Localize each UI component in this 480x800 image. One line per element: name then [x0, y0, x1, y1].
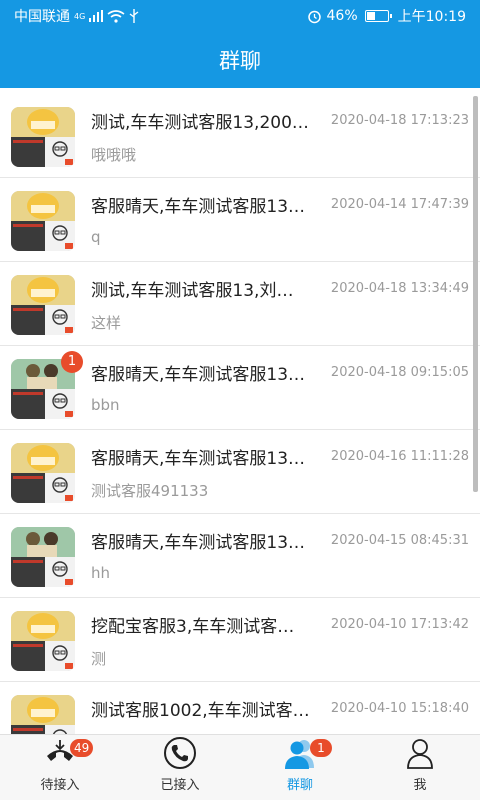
- group-avatar: [11, 527, 75, 587]
- conversation-time: 2020-04-18 13:34:49: [330, 281, 469, 296]
- group-avatar: [11, 275, 75, 335]
- alarm-icon: [307, 10, 321, 23]
- cartoon-collage-avatar: [11, 107, 75, 167]
- status-bar: 中国联通 4G 46% 上午10:19: [0, 0, 480, 32]
- anime-collage-avatar: [11, 527, 75, 587]
- tab-connected[interactable]: 已接入: [120, 735, 240, 800]
- conversation-preview: bbn: [91, 396, 120, 414]
- group-avatar: [11, 191, 75, 251]
- status-bar-left: 中国联通 4G: [14, 6, 307, 26]
- unread-badge: 1: [61, 351, 83, 373]
- wifi-icon: [107, 9, 125, 23]
- conversation-row[interactable]: 测试,车车测试客服13,刘… 2020-04-18 13:34:49 这样: [0, 262, 480, 346]
- conversation-row[interactable]: 挖配宝客服3,车车测试客… 2020-04-10 17:13:42 测: [0, 598, 480, 682]
- conversation-title: 测试客服1002,车车测试客…: [91, 701, 310, 721]
- group-avatar: [11, 695, 75, 734]
- conversation-time: 2020-04-18 17:13:23: [330, 113, 469, 128]
- conversation-row[interactable]: 客服晴天,车车测试客服13… 2020-04-14 17:47:39 q: [0, 178, 480, 262]
- cartoon-collage-avatar: [11, 443, 75, 503]
- conversation-preview: 测试客服491133: [91, 482, 209, 500]
- tab-pending[interactable]: 49 待接入: [0, 735, 120, 800]
- conversation-time: 2020-04-15 08:45:31: [330, 533, 469, 548]
- conversation-row[interactable]: 1 客服晴天,车车测试客服13… 2020-04-18 09:15:05 bbn: [0, 346, 480, 430]
- conversation-time: 2020-04-10 15:18:40: [330, 701, 469, 716]
- conversation-preview: 这样: [91, 314, 122, 332]
- conversation-row[interactable]: 客服晴天,车车测试客服13… 2020-04-16 11:11:28 测试客服491…: [0, 430, 480, 514]
- conversation-title: 客服晴天,车车测试客服13…: [91, 197, 306, 217]
- cartoon-collage-avatar: [11, 275, 75, 335]
- conversation-title: 挖配宝客服3,车车测试客…: [91, 617, 295, 637]
- clock: 上午10:19: [397, 9, 466, 25]
- tab-label: 我: [413, 778, 427, 793]
- group-chat-count-badge: 1: [310, 739, 332, 757]
- pending-count-badge: 49: [70, 739, 94, 757]
- group-avatar: 1: [11, 351, 83, 419]
- conversation-title: 测试,车车测试客服13,200…: [91, 113, 309, 133]
- bottom-tab-bar: 49 待接入 已接入 1 群聊 我: [0, 734, 480, 800]
- user-icon: [407, 739, 433, 769]
- battery-icon: [364, 10, 392, 22]
- conversation-row[interactable]: 客服晴天,车车测试客服13… 2020-04-15 08:45:31 hh: [0, 514, 480, 598]
- conversation-time: 2020-04-10 17:13:42: [330, 617, 469, 632]
- conversation-preview: hh: [91, 564, 111, 582]
- cartoon-collage-avatar: [11, 695, 75, 734]
- tab-label: 群聊: [286, 778, 313, 793]
- title-bar: 群聊: [0, 32, 480, 88]
- network-type: 4G: [74, 11, 86, 21]
- conversation-list[interactable]: 测试,车车测试客服13,200… 2020-04-18 17:13:23 哦哦哦客服…: [0, 94, 480, 734]
- conversation-time: 2020-04-18 09:15:05: [330, 365, 469, 380]
- conversation-time: 2020-04-14 17:47:39: [330, 197, 469, 212]
- conversation-title: 客服晴天,车车测试客服13…: [91, 449, 306, 469]
- conversation-title: 测试,车车测试客服13,刘…: [91, 281, 294, 301]
- conversation-row[interactable]: 测试,车车测试客服13,200… 2020-04-18 17:13:23 哦哦哦: [0, 94, 480, 178]
- group-avatar: [11, 443, 75, 503]
- group-avatar: [11, 107, 75, 167]
- conversation-preview: 哦哦哦: [91, 146, 137, 164]
- tab-label: 已接入: [160, 778, 200, 793]
- phone-icon: [164, 737, 196, 769]
- conversation-preview: q: [91, 228, 101, 246]
- conversation-title: 客服晴天,车车测试客服13…: [91, 365, 306, 385]
- carrier-name: 中国联通: [14, 9, 70, 25]
- usb-icon: [129, 9, 139, 23]
- tab-me[interactable]: 我: [360, 735, 480, 800]
- tab-label: 待接入: [40, 778, 80, 793]
- cartoon-collage-avatar: [11, 191, 75, 251]
- signal-bars-icon: [89, 10, 104, 22]
- page-title: 群聊: [219, 49, 261, 73]
- battery-percent: 46%: [326, 8, 358, 24]
- conversation-preview: 测: [91, 650, 107, 668]
- tab-group-chat[interactable]: 1 群聊: [240, 735, 360, 800]
- group-avatar: [11, 611, 75, 671]
- status-bar-right: 46% 上午10:19: [307, 6, 466, 26]
- scrollbar[interactable]: [473, 96, 478, 492]
- conversation-row[interactable]: 测试客服1002,车车测试客… 2020-04-10 15:18:40: [0, 682, 480, 734]
- conversation-time: 2020-04-16 11:11:28: [330, 449, 469, 464]
- cartoon-collage-avatar: [11, 611, 75, 671]
- conversation-title: 客服晴天,车车测试客服13…: [91, 533, 306, 553]
